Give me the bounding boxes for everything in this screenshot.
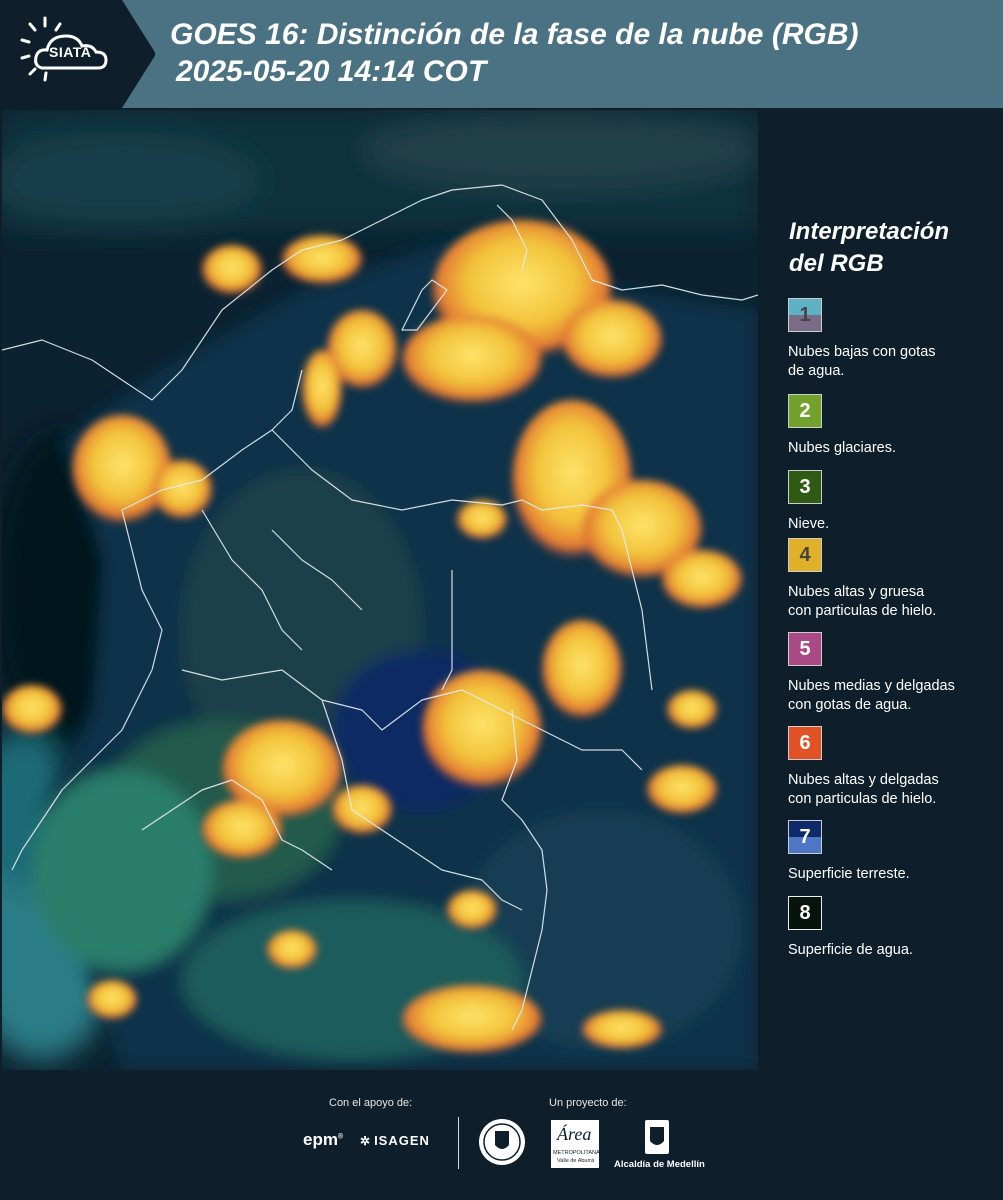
legend-label: Nubes altas y delgadas con particulas de… bbox=[788, 771, 998, 809]
legend-swatch: 7 bbox=[788, 820, 822, 854]
legend-label: Superficie terreste. bbox=[788, 865, 998, 884]
legend-label-line: Nubes altas y gruesa bbox=[788, 584, 925, 600]
legend-number: 6 bbox=[799, 731, 811, 754]
legend-label-line: Nubes bajas con gotas bbox=[788, 344, 936, 360]
medellin-logo-text: Alcaldía de Medellín bbox=[614, 1159, 705, 1170]
medellin-seal-icon bbox=[477, 1117, 527, 1172]
header-bar: SIATA GOES 16: Distinción de la fase de … bbox=[0, 0, 1003, 108]
legend-title: Interpretación del RGB bbox=[789, 216, 949, 280]
legend-label: Nieve. bbox=[788, 515, 998, 534]
project-label: Un proyecto de: bbox=[549, 1097, 627, 1109]
amva-logo-sub2: Valle de Aburrá bbox=[557, 1158, 595, 1164]
legend-number: 2 bbox=[799, 399, 811, 422]
legend-label: Nubes bajas con gotas de agua. bbox=[788, 343, 998, 381]
support-label: Con el apoyo de: bbox=[329, 1097, 413, 1109]
legend-swatch: 8 bbox=[788, 896, 822, 930]
legend-number: 8 bbox=[799, 901, 811, 924]
medellin-shield-icon bbox=[644, 1119, 670, 1160]
legend-swatch: 1 bbox=[788, 298, 822, 332]
legend-label: Nubes medias y delgadas con gotas de agu… bbox=[788, 677, 998, 715]
legend-item-1: 1 Nubes bajas con gotas de agua. bbox=[788, 298, 998, 381]
legend-label-line: de agua. bbox=[788, 363, 845, 379]
isagen-icon: ✲ bbox=[360, 1134, 372, 1148]
legend-item-6: 6 Nubes altas y delgadas con particulas … bbox=[788, 726, 998, 809]
legend-label: Nubes altas y gruesa con particulas de h… bbox=[788, 583, 998, 621]
rgb-legend: Interpretación del RGB 1 Nubes bajas con… bbox=[760, 108, 1003, 1070]
legend-number: 7 bbox=[799, 825, 811, 848]
legend-label-line: Superficie terreste. bbox=[788, 866, 910, 882]
epm-logo: epm® bbox=[303, 1130, 344, 1149]
siata-logo: SIATA bbox=[0, 0, 155, 108]
legend-title-line1: Interpretación bbox=[789, 218, 950, 245]
legend-label: Nubes glaciares. bbox=[788, 439, 998, 458]
isagen-logo: ✲ ISAGEN bbox=[360, 1133, 430, 1148]
legend-item-7: 7 Superficie terreste. bbox=[788, 820, 998, 884]
amva-logo-sub1: METROPOLITANA bbox=[553, 1150, 600, 1156]
siata-logo-text: SIATA bbox=[49, 44, 92, 60]
amva-logo: Área METROPOLITANA Valle de Aburrá bbox=[551, 1120, 600, 1168]
footer: Con el apoyo de: Un proyecto de: epm® ✲ I… bbox=[0, 1070, 1003, 1200]
title-timestamp: 2025-05-20 14:14 COT bbox=[176, 55, 487, 88]
legend-label-line: Nieve. bbox=[788, 516, 830, 532]
legend-number: 3 bbox=[799, 475, 811, 498]
legend-item-3: 3 Nieve. bbox=[788, 470, 998, 534]
isagen-logo-text: ISAGEN bbox=[374, 1133, 430, 1148]
legend-label-line: Nubes medias y delgadas bbox=[788, 678, 955, 694]
amva-logo-text: Área bbox=[557, 1124, 592, 1144]
legend-swatch: 4 bbox=[788, 538, 822, 572]
legend-item-8: 8 Superficie de agua. bbox=[788, 896, 998, 960]
legend-number: 4 bbox=[799, 543, 811, 566]
legend-label-line: con gotas de agua. bbox=[788, 697, 912, 713]
legend-swatch: 2 bbox=[788, 394, 822, 428]
legend-swatch: 6 bbox=[788, 726, 822, 760]
legend-swatch: 5 bbox=[788, 632, 822, 666]
legend-swatch: 3 bbox=[788, 470, 822, 504]
page-title: GOES 16: Distinción de la fase de la nub… bbox=[170, 16, 858, 90]
footer-divider bbox=[458, 1117, 459, 1169]
legend-title-line2: del RGB bbox=[789, 250, 884, 277]
legend-number: 5 bbox=[799, 637, 811, 660]
legend-label-line: con particulas de hielo. bbox=[788, 603, 937, 619]
epm-logo-text: epm bbox=[303, 1130, 338, 1149]
legend-label: Superficie de agua. bbox=[788, 941, 998, 960]
legend-item-2: 2 Nubes glaciares. bbox=[788, 394, 998, 458]
legend-label-line: Superficie de agua. bbox=[788, 942, 913, 958]
legend-item-5: 5 Nubes medias y delgadas con gotas de a… bbox=[788, 632, 998, 715]
legend-label-line: con particulas de hielo. bbox=[788, 791, 937, 807]
title-product: GOES 16: Distinción de la fase de la nub… bbox=[170, 18, 859, 51]
legend-label-line: Nubes glaciares. bbox=[788, 440, 896, 456]
legend-item-4: 4 Nubes altas y gruesa con particulas de… bbox=[788, 538, 998, 621]
legend-number: 1 bbox=[799, 303, 811, 326]
satellite-map bbox=[2, 110, 758, 1070]
legend-label-line: Nubes altas y delgadas bbox=[788, 772, 939, 788]
